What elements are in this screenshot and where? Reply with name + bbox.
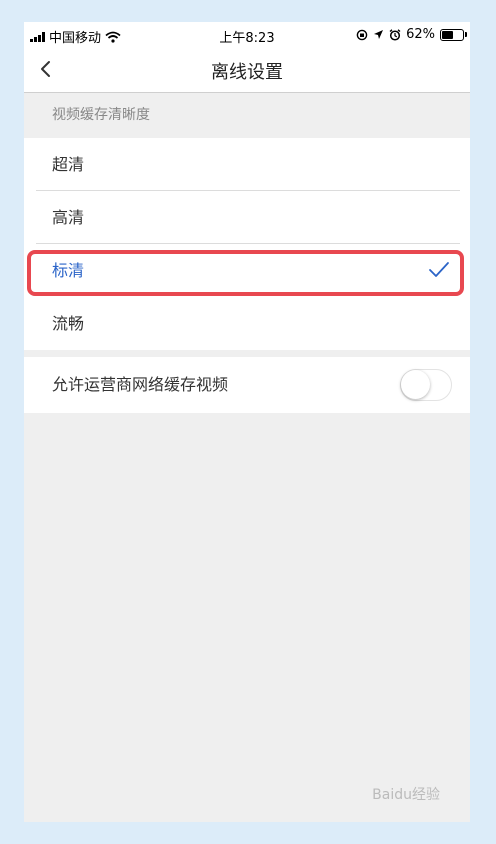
alarm-icon — [389, 28, 401, 41]
option-smooth[interactable]: 流畅 — [24, 297, 470, 350]
option-super-hd[interactable]: 超清 — [24, 138, 470, 191]
option-label: 流畅 — [52, 314, 85, 333]
location-icon — [374, 30, 384, 39]
carrier-cache-toggle[interactable] — [400, 369, 452, 401]
battery-icon — [440, 28, 467, 41]
option-label: 超清 — [52, 155, 85, 174]
toggle-knob — [401, 370, 430, 399]
battery-percent: 62% — [406, 27, 435, 42]
page-title: 离线设置 — [211, 62, 283, 83]
quality-options-list: 超清 高清 标清 流畅 — [24, 138, 470, 350]
status-bar: 中国移动 上午8:23 62% — [24, 22, 470, 48]
phone-screen: 中国移动 上午8:23 62% 离线设置 视频缓存清晰度 超清 高清 标清 流畅… — [24, 22, 470, 822]
option-label: 高清 — [52, 208, 85, 227]
option-hd[interactable]: 高清 — [24, 191, 470, 244]
watermark-logo: Baidu经验 — [372, 787, 440, 803]
selection-highlight-box — [27, 250, 464, 296]
carrier-network-cache-row: 允许运营商网络缓存视频 — [24, 357, 470, 413]
toggle-label: 允许运营商网络缓存视频 — [52, 375, 229, 394]
rotation-lock-icon — [356, 29, 368, 40]
nav-bar: 离线设置 — [24, 48, 470, 93]
battery-fill — [442, 30, 453, 39]
section-header: 视频缓存清晰度 — [52, 107, 150, 123]
status-icons: 62% — [356, 27, 467, 42]
